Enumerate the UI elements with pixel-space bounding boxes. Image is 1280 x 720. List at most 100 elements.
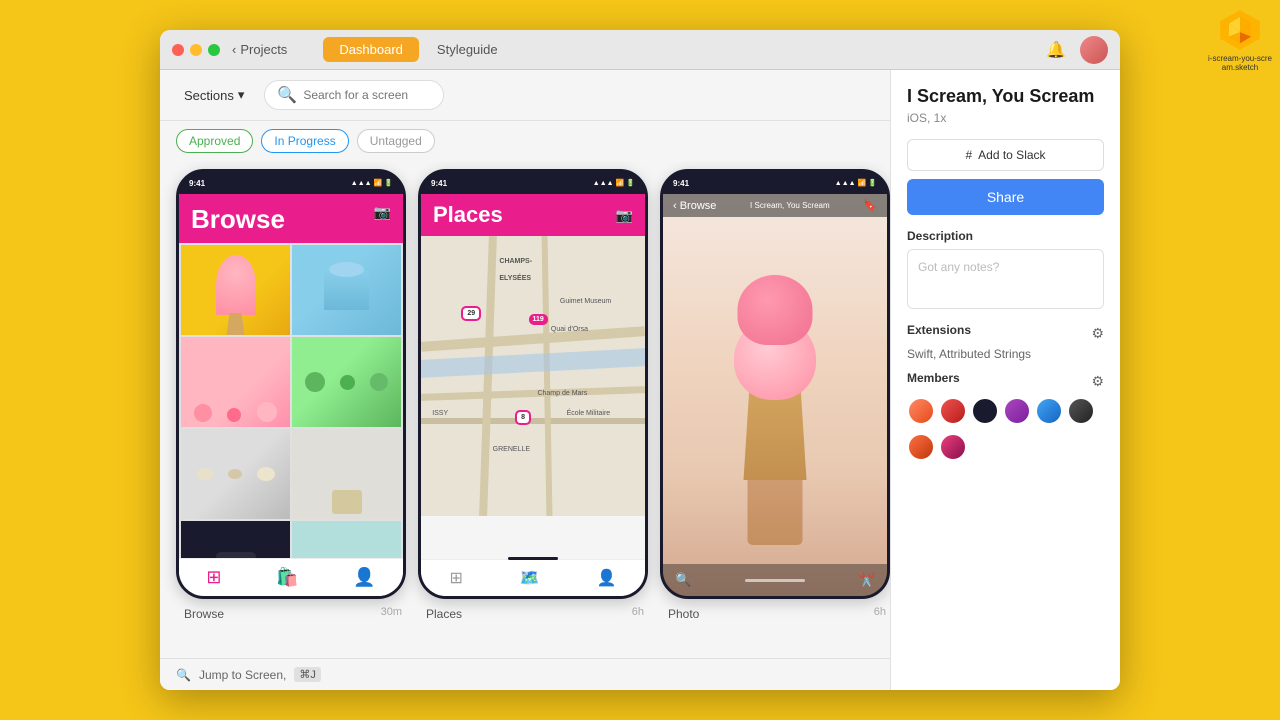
map-background: CHAMPS- ELYSÉES Guimet Museum Quai d'Ors… (421, 236, 645, 516)
places-status-icons: ▲▲▲ 📶 🔋 (593, 179, 635, 187)
extensions-filter-icon[interactable]: ⚙ (1091, 325, 1104, 342)
browse-nav-grid-icon[interactable]: ⊞ (206, 567, 221, 588)
member-avatar-1[interactable] (907, 397, 935, 425)
titlebar-right: 🔔 (1042, 36, 1108, 64)
signal-icon-places: ▲▲▲ (593, 180, 614, 187)
member-avatar-8[interactable] (939, 433, 967, 461)
members-label: Members (907, 371, 960, 385)
bell-icon: 🔔 (1046, 40, 1066, 60)
minimize-button[interactable] (190, 44, 202, 56)
signal-icon-photo: ▲▲▲ (835, 180, 856, 187)
photo-bookmark-icon[interactable]: 🔖 (863, 199, 877, 212)
ice-cream-display (720, 285, 830, 545)
add-to-slack-label: Add to Slack (978, 148, 1045, 162)
filter-untagged[interactable]: Untagged (357, 129, 435, 153)
screen-card-places[interactable]: 9:41 ▲▲▲ 📶 🔋 Places 📷 (418, 169, 648, 658)
map-pin-1: 29 (461, 306, 481, 321)
maximize-button[interactable] (208, 44, 220, 56)
photo-screen-time: 6h (874, 606, 886, 618)
sketch-file-label: i-scream-you-scream.sketch (1208, 54, 1272, 72)
photo-footer: Photo 6h (660, 599, 890, 621)
browse-screen-time: 30m (381, 606, 402, 618)
places-nav-grid-icon[interactable]: ⊞ (449, 568, 462, 588)
member-avatar-6[interactable] (1067, 397, 1095, 425)
browse-img-3 (181, 337, 290, 427)
map-label-champs: CHAMPS- (499, 258, 532, 265)
window-controls (172, 44, 220, 56)
browse-footer: Browse 30m (176, 599, 406, 621)
photo-progress-bar (745, 579, 805, 582)
member-avatar-7[interactable] (907, 433, 935, 461)
filter-in-progress[interactable]: In Progress (261, 129, 348, 153)
keyboard-shortcut: ⌘J (294, 667, 321, 682)
photo-zoom-icon[interactable]: 🔍 (675, 572, 691, 588)
screen-frame-browse[interactable]: 9:41 ▲▲▲ 📶 🔋 Browse 📷 (176, 169, 406, 599)
photo-title-bar: I Scream, You Scream (750, 201, 830, 210)
map-label-issy: ISSY (432, 410, 448, 417)
notification-button[interactable]: 🔔 (1042, 36, 1070, 64)
wifi-icon-photo: 📶 (858, 179, 867, 187)
photo-bottom-controls: 🔍 ✂️ (663, 564, 887, 596)
photo-back-icon[interactable]: ‹ Browse (673, 200, 716, 212)
back-label: Projects (240, 42, 287, 57)
filter-approved[interactable]: Approved (176, 129, 253, 153)
search-bar[interactable]: 🔍 (264, 80, 444, 110)
search-input[interactable] (303, 88, 433, 102)
members-avatars (907, 397, 1104, 461)
browse-image-grid (179, 243, 403, 596)
member-avatar-3[interactable] (971, 397, 999, 425)
map-area: CHAMPS- ELYSÉES Guimet Museum Quai d'Ors… (421, 236, 645, 516)
battery-icon: 🔋 (384, 179, 393, 187)
browse-status-time: 9:41 (189, 179, 205, 188)
bottom-bar: 🔍 Jump to Screen, ⌘J (160, 658, 890, 690)
browse-status-icons: ▲▲▲ 📶 🔋 (351, 179, 393, 187)
share-button[interactable]: Share (907, 179, 1104, 215)
browse-title: Browse (191, 204, 285, 235)
close-button[interactable] (172, 44, 184, 56)
description-placeholder: Got any notes? (918, 260, 999, 274)
places-screen-time: 6h (632, 606, 644, 618)
map-pin-3: 8 (515, 410, 531, 425)
extensions-label: Extensions (907, 323, 971, 337)
screen-card-photo[interactable]: 9:41 ▲▲▲ 📶 🔋 ‹ Browse I Scre (660, 169, 890, 658)
places-status-time: 9:41 (431, 179, 447, 188)
places-camera-icon: 📷 (616, 207, 633, 224)
screens-grid: 9:41 ▲▲▲ 📶 🔋 Browse 📷 (160, 161, 890, 658)
members-filter-icon[interactable]: ⚙ (1091, 373, 1104, 390)
add-to-slack-button[interactable]: # Add to Slack (907, 139, 1104, 171)
back-nav[interactable]: ‹ Projects (232, 42, 287, 57)
places-nav-profile-icon[interactable]: 👤 (597, 568, 617, 588)
sections-label: Sections (184, 88, 234, 103)
project-meta: iOS, 1x (907, 111, 1104, 125)
sections-dropdown[interactable]: Sections ▾ (176, 83, 252, 107)
photo-screen-name: Photo (664, 607, 703, 621)
member-avatar-4[interactable] (1003, 397, 1031, 425)
battery-icon-places: 🔋 (626, 179, 635, 187)
browse-nav-bag-icon[interactable]: 🛍️ (276, 567, 298, 588)
screen-card-browse[interactable]: 9:41 ▲▲▲ 📶 🔋 Browse 📷 (176, 169, 406, 658)
description-box[interactable]: Got any notes? (907, 249, 1104, 309)
project-title: I Scream, You Scream (907, 86, 1104, 107)
sketch-app-icon: i-scream-you-scream.sketch (1208, 8, 1272, 72)
wifi-icon: 📶 (374, 179, 383, 187)
photo-crop-icon[interactable]: ✂️ (859, 572, 875, 588)
main-content: Sections ▾ 🔍 Approved In Progress Untagg… (160, 70, 1120, 690)
places-header: Places 📷 (421, 194, 645, 236)
tab-styleguide[interactable]: Styleguide (421, 37, 514, 62)
screen-frame-photo[interactable]: 9:41 ▲▲▲ 📶 🔋 ‹ Browse I Scre (660, 169, 890, 599)
places-nav-map-icon[interactable]: 🗺️ (520, 568, 540, 588)
right-panel: I Scream, You Scream iOS, 1x # Add to Sl… (890, 70, 1120, 690)
screen-frame-places[interactable]: 9:41 ▲▲▲ 📶 🔋 Places 📷 (418, 169, 648, 599)
tab-dashboard[interactable]: Dashboard (323, 37, 419, 62)
phone-notch-photo: 9:41 ▲▲▲ 📶 🔋 (663, 172, 887, 194)
titlebar: ‹ Projects Dashboard Styleguide 🔔 (160, 30, 1120, 70)
user-avatar[interactable] (1080, 36, 1108, 64)
search-bottom-icon: 🔍 (176, 668, 191, 682)
places-title: Places (433, 202, 503, 228)
places-screen-name: Places (422, 607, 466, 621)
map-label-grenelle: GRENELLE (493, 446, 530, 453)
member-avatar-5[interactable] (1035, 397, 1063, 425)
member-avatar-2[interactable] (939, 397, 967, 425)
tab-group: Dashboard Styleguide (323, 37, 513, 62)
browse-nav-profile-icon[interactable]: 👤 (353, 567, 375, 588)
